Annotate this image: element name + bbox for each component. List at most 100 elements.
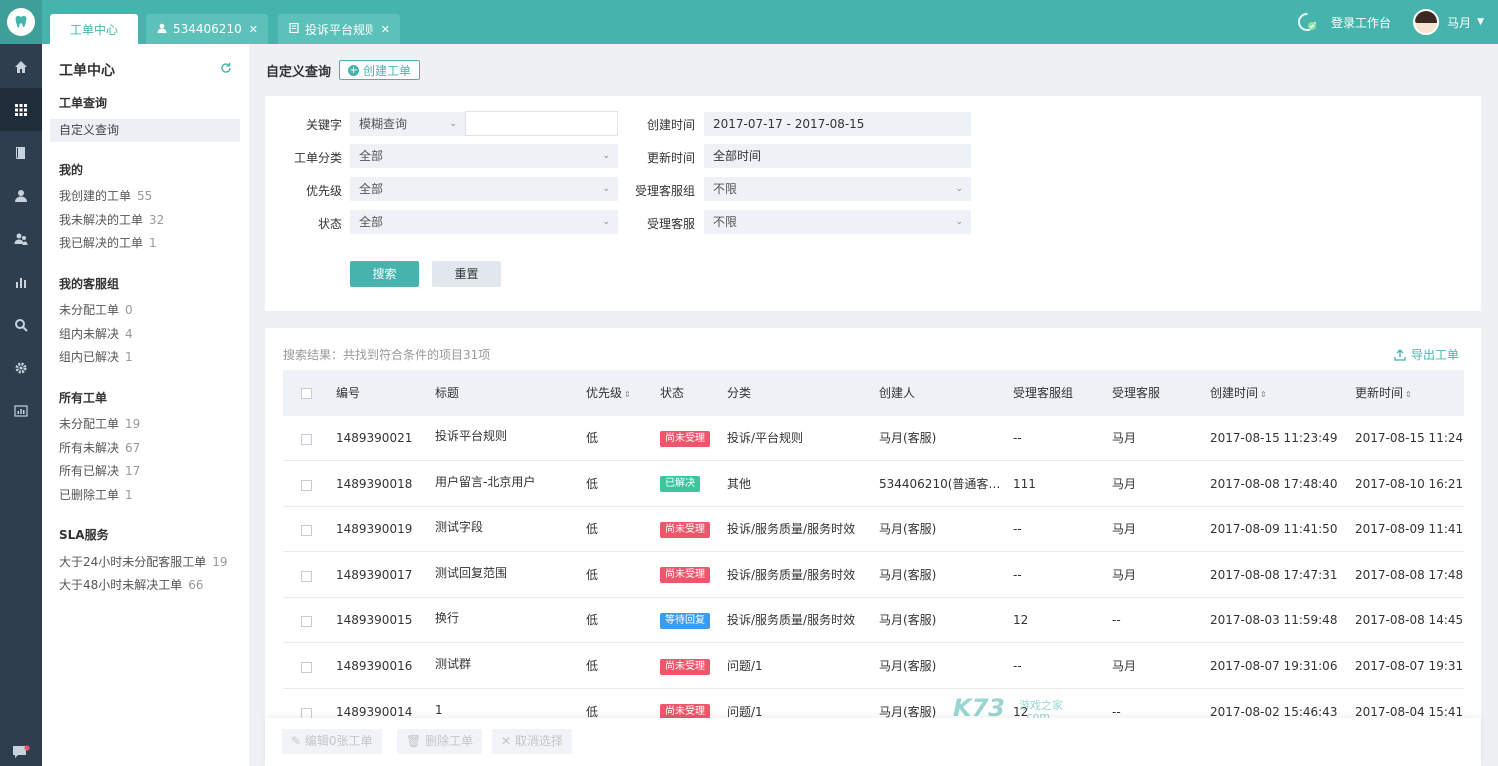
column-header-updated[interactable]: 更新时间 ⇕ xyxy=(1355,370,1412,416)
sync-status-icon xyxy=(1298,13,1317,31)
button-label: 取消选择 xyxy=(514,734,563,748)
column-header-priority[interactable]: 优先级 ⇕ xyxy=(586,370,631,416)
grid-icon xyxy=(15,103,27,116)
cell-updated: 2017-08-15 11:24:4 xyxy=(1355,431,1464,445)
row-checkbox[interactable] xyxy=(301,662,312,673)
status-select[interactable]: 全部 ⌄ xyxy=(350,210,618,234)
cell-created: 2017-08-02 15:46:43 xyxy=(1210,704,1338,719)
table-row[interactable]: 1489390017 测试回复范围 低 尚未受理 投诉/服务质量/服务时效 马月(客服) -… xyxy=(283,553,1464,598)
sidebar-item-count: 66 xyxy=(188,578,204,592)
tab-customer[interactable]: 534406210 ✕ xyxy=(146,14,268,44)
select-all-checkbox[interactable] xyxy=(301,388,312,399)
sidebar-item-my-unresolved[interactable]: 我未解决的工单 32 xyxy=(50,209,240,232)
table-row[interactable]: 1489390019 测试字段 低 尚未受理 投诉/服务质量/服务时效 马月(客服) -- 马… xyxy=(283,507,1464,553)
table-row[interactable]: 1489390016 测试群 低 尚未受理 问题/1 马月(客服) -- 马月 2017-08-… xyxy=(283,644,1464,689)
rail-search[interactable] xyxy=(0,303,42,346)
sidebar-item-label: 我未解决的工单 xyxy=(59,213,144,227)
sidebar-item-team-unresolved[interactable]: 组内未解决 4 xyxy=(50,323,240,346)
cell-title[interactable]: 换行 xyxy=(435,598,459,643)
chevron-down-icon: ⌄ xyxy=(602,184,610,194)
rail-knowledge[interactable] xyxy=(0,131,42,174)
tab-complaint-rule[interactable]: 投诉平台规则 ✕ xyxy=(278,14,400,44)
workbench-login-link[interactable]: 登录工作台 xyxy=(1331,14,1391,31)
cell-created: 2017-08-09 11:41:50 xyxy=(1210,522,1338,537)
column-header-created[interactable]: 创建时间 ⇕ xyxy=(1210,370,1267,416)
sidebar-title: 工单中心 xyxy=(59,63,115,79)
tab-ticket-center[interactable]: 工单中心 xyxy=(50,14,138,44)
user-name[interactable]: 马月 xyxy=(1447,14,1471,31)
sidebar-item-sla-24h[interactable]: 大于24小时未分配客服工单 19 xyxy=(50,551,240,574)
cancel-selection-button[interactable]: ✕ 取消选择 xyxy=(492,729,572,754)
agent-select[interactable]: 不限 ⌄ xyxy=(704,210,971,234)
app-logo[interactable] xyxy=(0,0,42,44)
rail-tickets[interactable] xyxy=(0,88,42,131)
cell-title[interactable]: 1 xyxy=(435,690,443,720)
rail-home[interactable] xyxy=(0,45,42,88)
rail-agents[interactable] xyxy=(0,217,42,260)
sidebar-item-custom-query[interactable]: 自定义查询 xyxy=(50,119,240,142)
chat-icon[interactable] xyxy=(12,745,30,759)
keyword-mode-select[interactable]: 模糊查询 ⌄ xyxy=(350,112,465,136)
cell-title[interactable]: 用户留言-北京用户 xyxy=(435,462,535,507)
updated-time-range[interactable]: 全部时间 xyxy=(704,144,971,168)
table-row[interactable]: 1489390015 换行 低 等待回复 投诉/服务质量/服务时效 马月(客服) 12 -- 2… xyxy=(283,598,1464,644)
sidebar-item-all-unresolved[interactable]: 所有未解决 67 xyxy=(50,437,240,460)
sort-icon: ⇕ xyxy=(624,390,631,399)
rail-stats[interactable] xyxy=(0,389,42,432)
close-icon: ✕ xyxy=(501,734,515,748)
create-ticket-button[interactable]: + 创建工单 xyxy=(339,60,421,80)
priority-select[interactable]: 全部 ⌄ xyxy=(350,177,618,201)
category-select[interactable]: 全部 ⌄ xyxy=(350,144,618,168)
sort-icon: ⇕ xyxy=(1260,390,1267,399)
search-icon xyxy=(15,318,28,332)
cell-category: 其他 xyxy=(727,476,752,491)
table-row[interactable]: 1489390014 1 低尚未受理 问题/1 马月(客服) 12 -- 2017-08-02… xyxy=(283,690,1464,720)
date-range-value: 全部时间 xyxy=(713,149,762,163)
sidebar-item-my-created[interactable]: 我创建的工单 55 xyxy=(50,185,240,208)
table-row[interactable]: 1489390018 用户留言-北京用户 低 已解决 其他 534406210(普通客… 1… xyxy=(283,462,1464,507)
chevron-down-icon[interactable]: ▼ xyxy=(1477,17,1484,27)
row-checkbox[interactable] xyxy=(301,479,312,491)
cell-title[interactable]: 测试群 xyxy=(435,644,471,689)
close-icon[interactable]: ✕ xyxy=(249,23,258,36)
cell-created: 2017-08-03 11:59:48 xyxy=(1210,613,1338,628)
agent-group-select[interactable]: 不限 ⌄ xyxy=(704,177,971,201)
row-checkbox[interactable] xyxy=(301,570,312,582)
sidebar-item-all-resolved[interactable]: 所有已解决 17 xyxy=(50,460,240,483)
row-checkbox[interactable] xyxy=(301,525,312,537)
sidebar-item-sla-48h[interactable]: 大于48小时未解决工单 66 xyxy=(50,574,240,597)
delete-tickets-button[interactable]: 🗑 删除工单 xyxy=(397,729,483,754)
cell-agent-group: -- xyxy=(1013,522,1022,537)
sidebar-item-my-resolved[interactable]: 我已解决的工单 1 xyxy=(50,232,240,255)
search-button[interactable]: 搜索 xyxy=(350,261,419,287)
sidebar-item-deleted[interactable]: 已删除工单 1 xyxy=(50,484,240,507)
cell-agent-group: 12 xyxy=(1013,613,1029,628)
row-checkbox[interactable] xyxy=(301,616,312,628)
row-checkbox[interactable] xyxy=(301,707,312,719)
rail-settings[interactable] xyxy=(0,346,42,389)
cell-title[interactable]: 测试字段 xyxy=(435,507,483,552)
cell-priority: 低 xyxy=(586,522,599,537)
column-header-agent: 受理客服 xyxy=(1112,386,1161,400)
sidebar-item-team-unassigned[interactable]: 未分配工单 0 xyxy=(50,299,240,322)
keyword-input[interactable] xyxy=(465,111,618,136)
cell-title[interactable]: 投诉平台规则 xyxy=(435,416,507,461)
export-tickets-link[interactable]: 导出工单 xyxy=(1394,346,1459,363)
cell-title[interactable]: 测试回复范围 xyxy=(435,553,507,598)
chevron-down-icon: ⌄ xyxy=(955,217,963,227)
sidebar-item-all-unassigned[interactable]: 未分配工单 19 xyxy=(50,413,240,436)
user-avatar[interactable] xyxy=(1413,9,1440,35)
refresh-icon[interactable] xyxy=(220,62,232,74)
row-checkbox[interactable] xyxy=(301,434,312,445)
sidebar-item-label: 所有已解决 xyxy=(59,464,120,478)
table-header: 编号 标题 优先级 ⇕ 状态 分类 创建人 受理客服组 受理客服 创建时间 ⇕ 更新… xyxy=(283,370,1464,416)
sidebar-item-team-resolved[interactable]: 组内已解决 1 xyxy=(50,346,240,369)
edit-tickets-button[interactable]: ✎ 编辑0张工单 xyxy=(282,729,382,754)
rail-reports[interactable] xyxy=(0,260,42,303)
table-row[interactable]: 1489390021 投诉平台规则 低 尚未受理 投诉/平台规则 马月(客服) -- 马月 20… xyxy=(283,416,1464,461)
created-time-range[interactable]: 2017-07-17 - 2017-08-15 xyxy=(704,112,971,136)
rail-customers[interactable] xyxy=(0,174,42,217)
close-icon[interactable]: ✕ xyxy=(381,23,390,36)
cell-category: 投诉/服务质量/服务时效 xyxy=(727,567,856,582)
reset-button[interactable]: 重置 xyxy=(432,261,501,287)
